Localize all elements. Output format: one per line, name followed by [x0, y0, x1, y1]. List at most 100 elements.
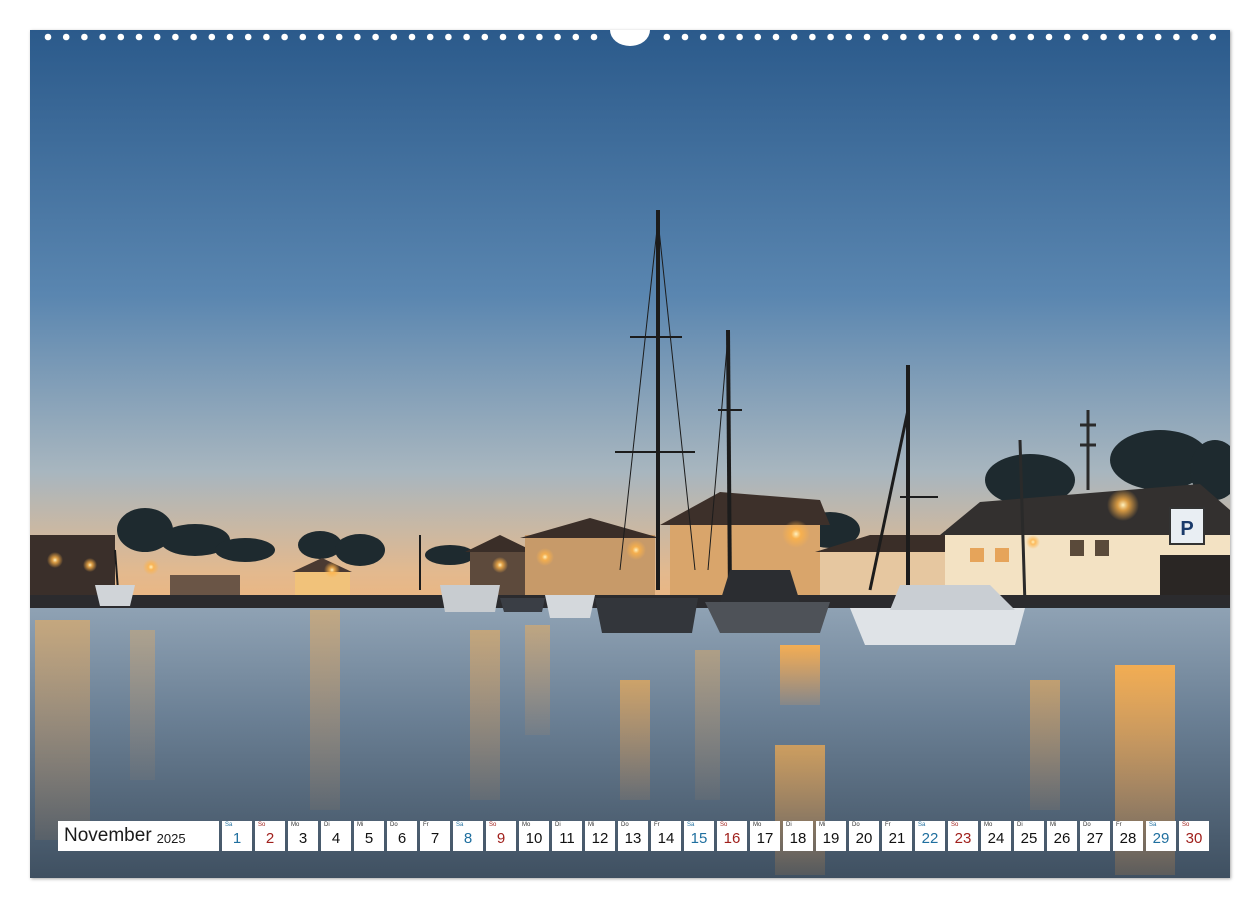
binding-hole	[44, 33, 52, 41]
day-number: 9	[496, 830, 506, 847]
binding-hole	[1009, 33, 1016, 41]
calendar-strip: November 2025 Sa 1 So 2 Mo 3 Di 4 Mi 5 Do 6 Fr 7 Sa 8 So…	[58, 821, 1209, 851]
binding-hole	[918, 33, 925, 41]
day-number: 2	[265, 830, 275, 847]
day-number: 27	[1086, 830, 1104, 847]
calendar-day: Fr 28	[1113, 821, 1143, 851]
binding-hole	[335, 33, 343, 41]
day-number: 18	[789, 830, 807, 847]
weekday-label: Fr	[654, 822, 660, 828]
binding-hole	[936, 33, 944, 41]
binding-hole	[845, 33, 853, 41]
binding-hole	[554, 33, 561, 41]
day-number: 7	[430, 830, 440, 847]
binding-hole	[226, 33, 234, 41]
calendar-day: Di 4	[321, 821, 351, 851]
day-number: 25	[1020, 830, 1038, 847]
calendar-day: Mi 26	[1047, 821, 1077, 851]
month-label-box: November 2025	[58, 821, 219, 851]
day-number: 21	[888, 830, 906, 847]
binding-hole	[499, 33, 507, 41]
binding-hole	[790, 33, 798, 41]
calendar-day: So 2	[255, 821, 285, 851]
binding-hole	[62, 33, 70, 41]
binding-hole	[1118, 33, 1126, 41]
calendar-day: Di 11	[552, 821, 582, 851]
parking-sign: P	[1180, 518, 1193, 540]
weekday-label: Fr	[885, 822, 891, 828]
day-number: 17	[756, 830, 774, 847]
weekday-label: Do	[621, 822, 629, 828]
weekday-label: Mi	[357, 822, 364, 828]
weekday-label: Mi	[819, 822, 826, 828]
calendar-day: Sa 15	[684, 821, 714, 851]
binding-hole	[1063, 33, 1071, 41]
weekday-label: Do	[1083, 822, 1091, 828]
hanger-notch	[610, 30, 650, 46]
weekday-label: Fr	[1116, 822, 1122, 828]
binding-hole	[991, 33, 998, 41]
binding-hole	[1136, 33, 1144, 41]
day-number: 4	[331, 830, 341, 847]
calendar-day: Sa 29	[1146, 821, 1176, 851]
weekday-label: So	[720, 822, 728, 828]
weekday-label: Mo	[984, 822, 993, 828]
calendar-day: Fr 21	[882, 821, 912, 851]
binding-hole	[881, 33, 889, 41]
binding-hole	[481, 33, 489, 41]
binding-hole	[172, 33, 179, 41]
binding-holes	[44, 30, 1217, 46]
weekday-label: Sa	[687, 822, 695, 828]
binding-hole	[590, 33, 598, 41]
calendar-day: Sa 8	[453, 821, 483, 851]
binding-hole	[208, 33, 216, 41]
weekday-label: Di	[555, 822, 561, 828]
binding-hole	[827, 33, 834, 41]
binding-hole	[390, 33, 398, 41]
binding-hole	[1154, 33, 1162, 41]
binding-hole	[718, 33, 725, 41]
day-number: 10	[525, 830, 543, 847]
weekday-label: So	[489, 822, 497, 828]
calendar-day: So 9	[486, 821, 516, 851]
day-number: 29	[1152, 830, 1170, 847]
calendar-day: Fr 14	[651, 821, 681, 851]
calendar-day: So 30	[1179, 821, 1209, 851]
day-number: 14	[657, 830, 675, 847]
binding-hole	[954, 33, 962, 41]
weekday-label: So	[1182, 822, 1190, 828]
weekday-label: Di	[1017, 822, 1023, 828]
calendar-day: Do 20	[849, 821, 879, 851]
binding-hole	[900, 33, 907, 41]
weekday-label: Mo	[753, 822, 762, 828]
weekday-label: Mi	[1050, 822, 1057, 828]
calendar-day: Mi 5	[354, 821, 384, 851]
day-number: 8	[463, 830, 473, 847]
weekday-label: Di	[786, 822, 792, 828]
binding-hole	[281, 33, 288, 41]
binding-hole	[1100, 33, 1107, 41]
calendar-day: Mo 10	[519, 821, 549, 851]
binding-hole	[536, 33, 543, 41]
binding-hole	[81, 33, 88, 41]
binding-hole	[754, 33, 762, 41]
calendar-day: Di 25	[1014, 821, 1044, 851]
binding-hole	[699, 33, 707, 41]
day-number: 15	[690, 830, 708, 847]
binding-hole	[1191, 33, 1198, 41]
binding-hole	[299, 33, 307, 41]
day-number: 19	[822, 830, 840, 847]
binding-hole	[1082, 33, 1089, 41]
day-number: 26	[1053, 830, 1071, 847]
calendar-day: Mo 3	[288, 821, 318, 851]
day-number: 5	[364, 830, 374, 847]
binding-hole	[1045, 33, 1053, 41]
calendar-day: So 23	[948, 821, 978, 851]
day-number: 1	[232, 830, 242, 847]
weekday-label: So	[951, 822, 959, 828]
binding-hole	[445, 33, 452, 41]
binding-hole	[263, 33, 270, 41]
binding-hole	[190, 33, 197, 41]
binding-hole	[426, 33, 434, 41]
month-year: 2025	[156, 830, 186, 846]
